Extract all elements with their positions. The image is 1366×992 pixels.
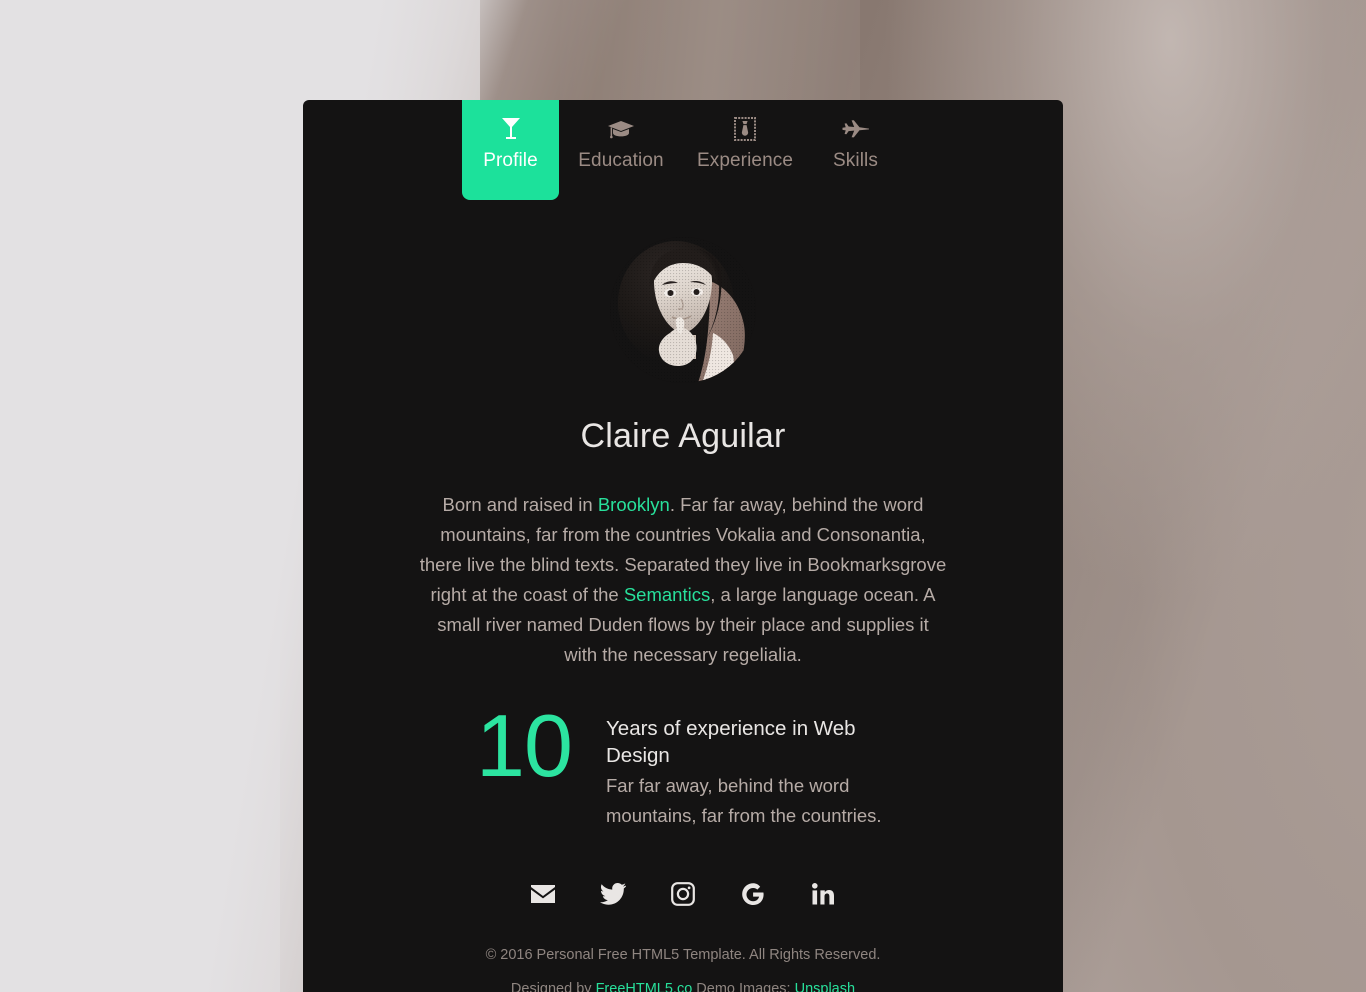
tab-experience[interactable]: Experience bbox=[683, 100, 807, 170]
google-icon[interactable] bbox=[740, 881, 766, 907]
instagram-icon[interactable] bbox=[670, 881, 696, 907]
avatar bbox=[610, 237, 756, 383]
experience-stat-description: Far far away, behind the word mountains,… bbox=[606, 775, 882, 826]
bio-link-semantics[interactable]: Semantics bbox=[624, 584, 710, 605]
footer: © 2016 Personal Free HTML5 Template. All… bbox=[373, 947, 993, 992]
footer-copyright: © 2016 Personal Free HTML5 Template. All… bbox=[485, 947, 881, 963]
footer-designed-by-prefix: Designed by bbox=[510, 981, 596, 992]
bio-link-brooklyn[interactable]: Brooklyn bbox=[598, 494, 670, 515]
experience-stat-text: Years of experience in Web Design Far fa… bbox=[606, 708, 906, 831]
footer-link-unsplash[interactable]: Unsplash bbox=[795, 981, 855, 992]
jet-plane-icon bbox=[807, 114, 904, 144]
experience-stat-title: Years of experience in Web Design bbox=[606, 717, 856, 767]
experience-years-number: 10 bbox=[476, 696, 573, 795]
tab-education-label: Education bbox=[578, 150, 664, 171]
email-icon[interactable] bbox=[530, 881, 556, 907]
social-links bbox=[303, 881, 1063, 907]
experience-stat: 10 Years of experience in Web Design Far… bbox=[303, 696, 1063, 831]
linkedin-icon[interactable] bbox=[810, 881, 836, 907]
footer-demo-images-prefix: Demo Images: bbox=[692, 981, 795, 992]
tab-profile-label: Profile bbox=[483, 150, 538, 171]
tab-experience-label: Experience bbox=[696, 150, 794, 171]
bio-part-1: Born and raised in bbox=[442, 494, 598, 515]
profile-tab-nav: Profile Education Experience Skills bbox=[303, 100, 1063, 200]
page-title: Claire Aguilar bbox=[580, 417, 786, 455]
tab-profile[interactable]: Profile bbox=[462, 100, 559, 200]
tab-education[interactable]: Education bbox=[559, 100, 683, 170]
footer-link-freehtml5[interactable]: FreeHTML5.co bbox=[596, 981, 693, 992]
profile-card: Profile Education Experience Skills Clai… bbox=[303, 100, 1063, 992]
profile-bio: Born and raised in Brooklyn. Far far awa… bbox=[419, 490, 947, 670]
cocktail-glass-icon bbox=[462, 114, 559, 144]
tab-skills-label: Skills bbox=[833, 150, 878, 171]
twitter-icon[interactable] bbox=[600, 881, 626, 907]
graduation-cap-icon bbox=[559, 114, 683, 144]
avatar-image bbox=[610, 237, 756, 383]
necktie-icon bbox=[683, 114, 807, 144]
footer-credits: Designed by FreeHTML5.co Demo Images: Un… bbox=[373, 981, 993, 992]
tab-skills[interactable]: Skills bbox=[807, 100, 904, 170]
